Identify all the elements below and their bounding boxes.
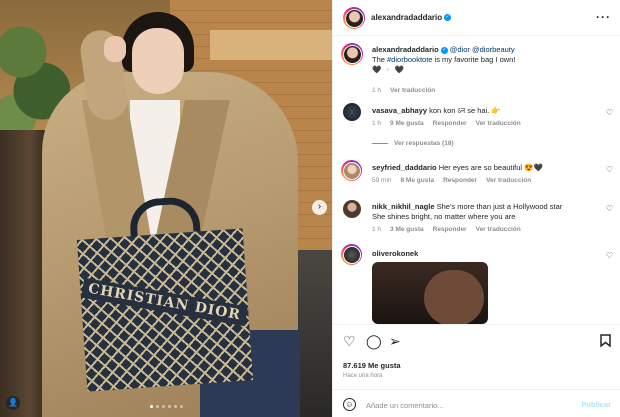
post-sidebar: alexandradaddario ✓ ··· alexandradaddario… bbox=[332, 0, 620, 417]
carousel-dots bbox=[150, 405, 183, 408]
comment-item: nikk_nikhil_nagle She's more than just a… bbox=[333, 199, 620, 249]
commenter-avatar[interactable] bbox=[343, 103, 361, 121]
comment-likes[interactable]: 8 Me gusta bbox=[401, 177, 435, 184]
caption: alexandradaddario ✓ @dior @diorbeauty The… bbox=[333, 42, 620, 94]
save-icon[interactable] bbox=[600, 334, 611, 349]
author-avatar[interactable] bbox=[343, 7, 365, 29]
carousel-dot bbox=[150, 405, 153, 408]
comments-list: alexandradaddario ✓ @dior @diorbeauty The… bbox=[333, 36, 620, 324]
carousel-dot bbox=[162, 405, 165, 408]
comment-body: Her eyes are so beautiful 😍🖤 bbox=[438, 163, 543, 172]
carousel-dot bbox=[180, 405, 183, 408]
caption-username[interactable]: alexandradaddario bbox=[372, 45, 439, 54]
comment-time: 1 h bbox=[372, 120, 382, 127]
share-icon[interactable]: ➢ bbox=[389, 334, 401, 348]
comment-body: kon kon ऽन se hai. 👉 bbox=[429, 106, 501, 115]
tagged-user-icon[interactable]: 👤 bbox=[6, 396, 20, 410]
comment-text: oliverokonek bbox=[372, 249, 602, 259]
carousel-dot bbox=[168, 405, 171, 408]
comment-likes[interactable]: 3 Me gusta bbox=[390, 226, 424, 233]
tote-bag: CHRISTIAN DIOR bbox=[76, 228, 254, 392]
caption-mentions[interactable]: @dior @diorbeauty bbox=[450, 45, 515, 54]
replies-line bbox=[372, 143, 388, 144]
caption-post: is my favorite bag I own! bbox=[432, 55, 516, 64]
caption-time: 1 h bbox=[372, 87, 382, 94]
post-comment-button[interactable]: Publicar bbox=[581, 400, 611, 409]
verified-icon: ✓ bbox=[444, 14, 452, 22]
caption-pre: The bbox=[372, 55, 388, 64]
post-actions: ♡ ◯ ➢ 87.619 Me gusta Hace una hora ☺ Pu… bbox=[333, 324, 620, 417]
likes-count[interactable]: 87.619 Me gusta bbox=[343, 361, 401, 370]
reply-button[interactable]: Responder bbox=[443, 177, 477, 184]
emoji-icon[interactable]: ☺ bbox=[343, 398, 356, 411]
caption-emoji: 🖤 ▫️ 🖤 bbox=[372, 65, 405, 74]
reply-button[interactable]: Responder bbox=[433, 120, 467, 127]
comment-meta: 59 min 8 Me gusta Responder Ver traducci… bbox=[372, 177, 531, 184]
like-comment-icon[interactable]: ♡ bbox=[606, 108, 613, 117]
comment-time: 1 h bbox=[372, 226, 382, 233]
hashtag-link[interactable]: #diorbooktote bbox=[387, 55, 432, 64]
commenter-username[interactable]: nikk_nikhil_nagle bbox=[372, 202, 435, 211]
post-time: Hace una hora bbox=[343, 373, 383, 379]
comment-meta: 1 h 3 Me gusta Responder Ver traducción bbox=[372, 226, 521, 233]
caption-avatar[interactable] bbox=[341, 43, 363, 65]
view-replies[interactable]: Ver respuestas (18) bbox=[372, 140, 454, 147]
next-image-button[interactable]: › bbox=[312, 200, 327, 215]
caption-text: alexandradaddario ✓ @dior @diorbeauty The… bbox=[372, 45, 602, 75]
commenter-username[interactable]: seyfried_daddario bbox=[372, 163, 437, 172]
comment-meta: 1 h 9 Me gusta Responder Ver traducción bbox=[372, 120, 521, 127]
carousel-dot bbox=[174, 405, 177, 408]
comment-item: seyfried_daddario Her eyes are so beauti… bbox=[333, 160, 620, 200]
comment-text: nikk_nikhil_nagle She's more than just a… bbox=[372, 202, 577, 222]
like-comment-icon[interactable]: ♡ bbox=[606, 251, 613, 260]
comment-image-subject bbox=[424, 270, 484, 324]
caption-translate[interactable]: Ver traducción bbox=[390, 87, 435, 94]
carousel-dot bbox=[156, 405, 159, 408]
like-icon[interactable]: ♡ bbox=[343, 334, 356, 348]
view-replies-label[interactable]: Ver respuestas (18) bbox=[394, 140, 454, 147]
reply-button[interactable]: Responder bbox=[433, 226, 467, 233]
comment-input[interactable] bbox=[366, 398, 576, 412]
translate-button[interactable]: Ver traducción bbox=[476, 226, 521, 233]
commenter-username[interactable]: oliverokonek bbox=[372, 249, 418, 258]
comment-icon[interactable]: ◯ bbox=[366, 334, 382, 348]
commenter-avatar[interactable] bbox=[343, 200, 361, 218]
post-image[interactable]: CHRISTIAN DIOR › 👤 bbox=[0, 0, 332, 417]
commenter-avatar[interactable] bbox=[341, 244, 362, 265]
more-options-icon[interactable]: ··· bbox=[596, 10, 611, 24]
translate-button[interactable]: Ver traducción bbox=[476, 120, 521, 127]
translate-button[interactable]: Ver traducción bbox=[486, 177, 531, 184]
bag-logo-text: CHRISTIAN DIOR bbox=[80, 277, 248, 327]
like-comment-icon[interactable]: ♡ bbox=[606, 165, 613, 174]
commenter-username[interactable]: vasava_abhayy bbox=[372, 106, 427, 115]
commenter-avatar[interactable] bbox=[341, 160, 362, 181]
post-header: alexandradaddario ✓ ··· bbox=[333, 0, 620, 36]
add-comment-bar: ☺ Publicar bbox=[333, 389, 620, 417]
comment-likes[interactable]: 9 Me gusta bbox=[390, 120, 424, 127]
comment-time: 59 min bbox=[372, 177, 392, 184]
like-comment-icon[interactable]: ♡ bbox=[606, 204, 613, 213]
caption-meta: 1 h Ver traducción bbox=[372, 87, 435, 94]
comment-text: seyfried_daddario Her eyes are so beauti… bbox=[372, 163, 602, 173]
hand bbox=[104, 36, 126, 62]
verified-icon: ✓ bbox=[440, 46, 448, 54]
comment-image[interactable] bbox=[372, 262, 488, 324]
comment-text: vasava_abhayy kon kon ऽन se hai. 👉 bbox=[372, 106, 602, 116]
author-username[interactable]: alexandradaddario bbox=[371, 13, 442, 22]
wall-cap bbox=[210, 30, 332, 60]
face bbox=[132, 28, 184, 94]
